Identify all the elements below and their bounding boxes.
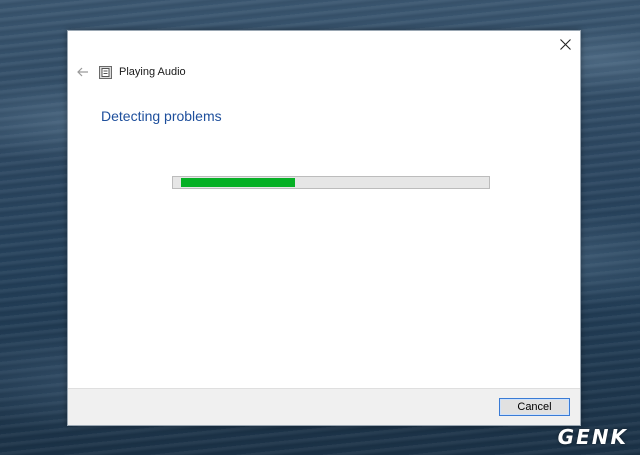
back-button[interactable] [74,63,92,81]
window-title: Playing Audio [119,66,186,78]
close-button[interactable] [550,31,580,57]
progress-bar [172,176,490,189]
dialog-footer: Cancel [68,388,580,425]
troubleshooter-dialog: Playing Audio Detecting problems Cancel [67,30,581,426]
watermark-logo: GENK [557,425,628,449]
progress-bar-fill [181,178,295,187]
close-icon [559,38,571,50]
cancel-button[interactable]: Cancel [499,398,570,416]
dialog-header: Playing Audio [74,63,186,81]
back-arrow-icon [77,67,88,77]
status-heading: Detecting problems [101,108,222,124]
troubleshooter-icon [99,65,112,79]
